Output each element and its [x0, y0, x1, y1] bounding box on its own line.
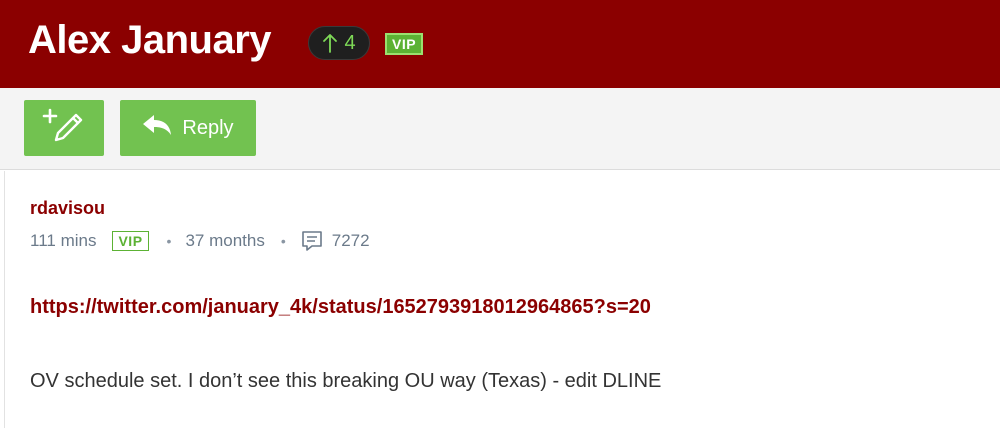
- author-vip-badge: VIP: [112, 231, 149, 251]
- post-card: rdavisou 111 mins VIP • 37 months • 7272…: [4, 171, 1000, 428]
- new-post-button[interactable]: [24, 100, 104, 156]
- arrow-up-icon: [322, 33, 338, 53]
- reply-arrow-icon: [142, 114, 172, 142]
- meta-separator: •: [166, 233, 172, 249]
- reply-label: Reply: [182, 116, 234, 139]
- post-meta: 111 mins VIP • 37 months • 7272: [30, 230, 370, 252]
- post-link[interactable]: https://twitter.com/january_4k/status/16…: [30, 296, 651, 319]
- upvote-count: 4: [344, 31, 356, 54]
- meta-separator: •: [280, 233, 286, 249]
- thread-header: Alex January 4 VIP: [0, 0, 1000, 88]
- post-time: 111 mins: [30, 231, 97, 250]
- pencil-plus-icon: [42, 106, 86, 151]
- reply-button[interactable]: Reply: [120, 100, 256, 156]
- post-author[interactable]: rdavisou: [30, 198, 105, 219]
- vip-badge: VIP: [385, 33, 424, 55]
- thread-title: Alex January: [28, 18, 272, 62]
- upvote-button[interactable]: 4: [308, 26, 370, 60]
- comment-icon: [300, 229, 324, 253]
- comment-count: 7272: [331, 231, 370, 250]
- thread-toolbar: Reply: [0, 88, 1000, 170]
- member-duration: 37 months: [185, 231, 265, 250]
- post-body: OV schedule set. I don’t see this breaki…: [30, 370, 662, 392]
